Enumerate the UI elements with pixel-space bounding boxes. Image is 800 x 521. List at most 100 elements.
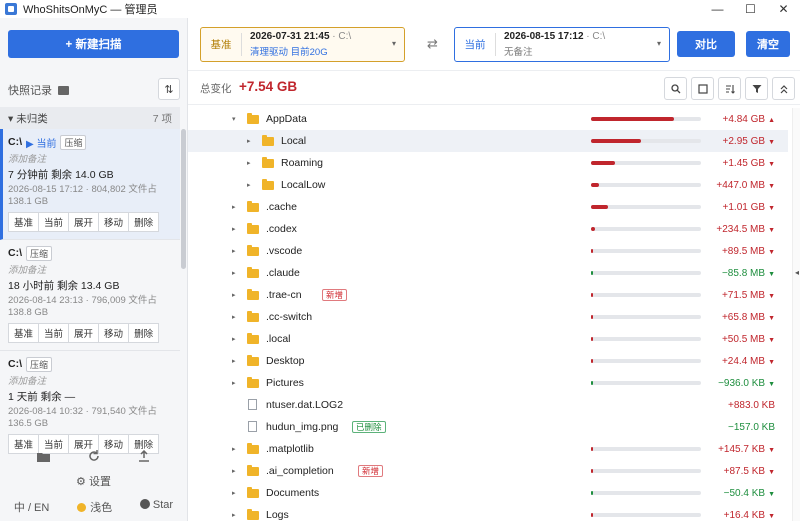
chevron-right-icon[interactable]: ▸ [232,445,236,453]
snapshot-meta: 2026-08-14 23:13 · 796,009 文件占 138.8 GB [8,295,157,318]
base-snapshot-select[interactable]: 基准 2026-07-31 21:45 · C:\ 清理驱动 目前20G ▾ [200,27,405,62]
size-bar-fill [591,271,593,275]
theme-label: 浅色 [90,502,113,514]
tree-row[interactable]: ▸ Roaming +1.45 GB ▼ [188,152,788,174]
snapshot-item[interactable]: C:\ ▶ 当前 压缩 添加备注 7 分钟前 剩余 14.0 GB 2026-0… [0,129,180,240]
current-snapshot-select[interactable]: 当前 2026-08-15 17:12 · C:\ 无备注 ▾ [454,27,670,62]
tree-row[interactable]: ▸ .codex +234.5 MB ▼ [188,218,788,240]
snapshot-summary: 1 天前 剩余 — [8,391,76,403]
row-name: .claude [266,267,300,279]
language-toggle[interactable]: 中 / EN [14,499,49,515]
expand-icon[interactable] [691,77,714,100]
close-button[interactable]: ✕ [767,0,800,18]
theme-toggle[interactable]: 浅色 [77,499,112,515]
snapshot-item[interactable]: C:\ 压缩 添加备注 1 天前 剩余 — 2026-08-14 10:32 ·… [0,351,180,455]
chevron-right-icon[interactable]: ▸ [247,137,251,145]
folder-icon [247,487,259,498]
sidebar-scrollbar[interactable] [181,129,186,269]
tree-row[interactable]: ▸ Pictures −936.0 KB ▼ [188,372,788,394]
sort-button[interactable]: ⇅ [158,78,180,100]
snapshot-list: C:\ ▶ 当前 压缩 添加备注 7 分钟前 剩余 14.0 GB 2026-0… [0,129,180,455]
export-icon[interactable] [138,449,150,465]
swap-icon[interactable]: ⇄ [427,36,438,52]
settings-button[interactable]: ⚙ 设置 [0,473,187,489]
row-name: LocalLow [281,179,326,191]
set-current-button[interactable]: 当前 [38,323,70,343]
expand-button[interactable]: 展开 [68,212,100,232]
row-name: .cache [266,201,297,213]
snapshot-summary: 7 分钟前 剩余 14.0 GB [8,169,114,181]
total-value: +7.54 GB [239,79,298,94]
set-base-button[interactable]: 基准 [8,323,40,343]
tree-row[interactable]: ▸ Logs +16.4 KB ▼ [188,504,788,521]
expand-button[interactable]: 展开 [68,323,100,343]
size-bar [591,139,701,143]
delete-button[interactable]: 删除 [128,212,160,232]
size-delta-value: +1.01 GB [722,201,766,213]
snapshot-drive: C:\ [8,358,22,370]
chevron-right-icon[interactable]: ▸ [232,313,236,321]
tree-row[interactable]: ▸ LocalLow +447.0 MB ▼ [188,174,788,196]
filter-icon[interactable] [745,77,768,100]
chevron-right-icon[interactable]: ▸ [232,291,236,299]
tree-row[interactable]: ▸ Desktop +24.4 MB ▼ [188,350,788,372]
tree-row[interactable]: ▸ .cache +1.01 GB ▼ [188,196,788,218]
row-name: hudun_img.png [266,421,339,433]
group-uncategorized[interactable]: ▾ 未归类 7 项 [0,107,180,129]
tree-row[interactable]: ▸ .matplotlib +145.7 KB ▼ [188,438,788,460]
search-icon[interactable] [664,77,687,100]
collapse-panel-icon[interactable]: ◂ [795,268,799,277]
size-delta: +145.7 KB ▼ [718,444,775,455]
size-bar-fill [591,227,595,231]
maximize-button[interactable]: ☐ [734,0,767,18]
tree-row[interactable]: hudun_img.png 已删除 −157.0 KB [188,416,788,438]
size-bar [591,359,701,363]
move-button[interactable]: 移动 [98,323,130,343]
row-name: .local [266,333,291,345]
chevron-right-icon[interactable]: ▸ [232,489,236,497]
chevron-right-icon[interactable]: ▸ [247,159,251,167]
new-scan-button[interactable]: + 新建扫描 [8,30,179,58]
tree-row[interactable]: ▸ .ai_completion 新增 +87.5 KB ▼ [188,460,788,482]
delete-button[interactable]: 删除 [128,323,160,343]
github-star-link[interactable]: Star [139,499,173,515]
tree-row[interactable]: ▸ .local +50.5 MB ▼ [188,328,788,350]
compare-button[interactable]: 对比 [677,31,735,57]
chevron-right-icon[interactable]: ▸ [247,181,251,189]
tree-scrollbar[interactable] [792,108,800,521]
set-current-button[interactable]: 当前 [38,212,70,232]
chevron-right-icon[interactable]: ▸ [232,203,236,211]
chevron-right-icon[interactable]: ▸ [232,467,236,475]
snapshot-item[interactable]: C:\ 压缩 添加备注 18 小时前 剩余 13.4 GB 2026-08-14… [0,240,180,351]
chevron-right-icon[interactable]: ▸ [232,511,236,519]
tree-row[interactable]: ▸ Local +2.95 GB ▼ [188,130,788,152]
tree-row[interactable]: ▸ .claude −85.8 MB ▼ [188,262,788,284]
add-note-link[interactable]: 添加备注 [8,373,172,387]
minimize-button[interactable]: — [701,0,734,18]
tree-row[interactable]: ▸ Documents −50.4 KB ▼ [188,482,788,504]
refresh-icon[interactable] [88,449,100,465]
add-note-link[interactable]: 添加备注 [8,262,172,276]
chevron-right-icon[interactable]: ▸ [232,225,236,233]
folder-icon[interactable] [37,450,50,465]
add-note-link[interactable]: 添加备注 [8,151,172,165]
chevron-right-icon[interactable]: ▸ [232,335,236,343]
set-base-button[interactable]: 基准 [8,212,40,232]
chevron-down-icon[interactable]: ▾ [232,115,236,123]
tree-row[interactable]: ▸ .trae-cn 新增 +71.5 MB ▼ [188,284,788,306]
chevron-right-icon[interactable]: ▸ [232,379,236,387]
clear-button[interactable]: 清空 [746,31,790,57]
chevron-right-icon[interactable]: ▸ [232,269,236,277]
tree-row[interactable]: ▸ .vscode +89.5 MB ▼ [188,240,788,262]
chevron-right-icon[interactable]: ▸ [232,357,236,365]
tree-row[interactable]: ▸ .cc-switch +65.8 MB ▼ [188,306,788,328]
sort-icon[interactable] [718,77,741,100]
tree-row[interactable]: ▾ AppData +4.84 GB ▲ [188,108,788,130]
chevron-right-icon[interactable]: ▸ [232,247,236,255]
row-name: .cc-switch [266,311,313,323]
move-button[interactable]: 移动 [98,212,130,232]
triangle-down-icon: ▼ [768,446,775,454]
collapse-icon[interactable] [772,77,795,100]
size-bar-fill [591,315,593,319]
tree-row[interactable]: ntuser.dat.LOG2 +883.0 KB [188,394,788,416]
